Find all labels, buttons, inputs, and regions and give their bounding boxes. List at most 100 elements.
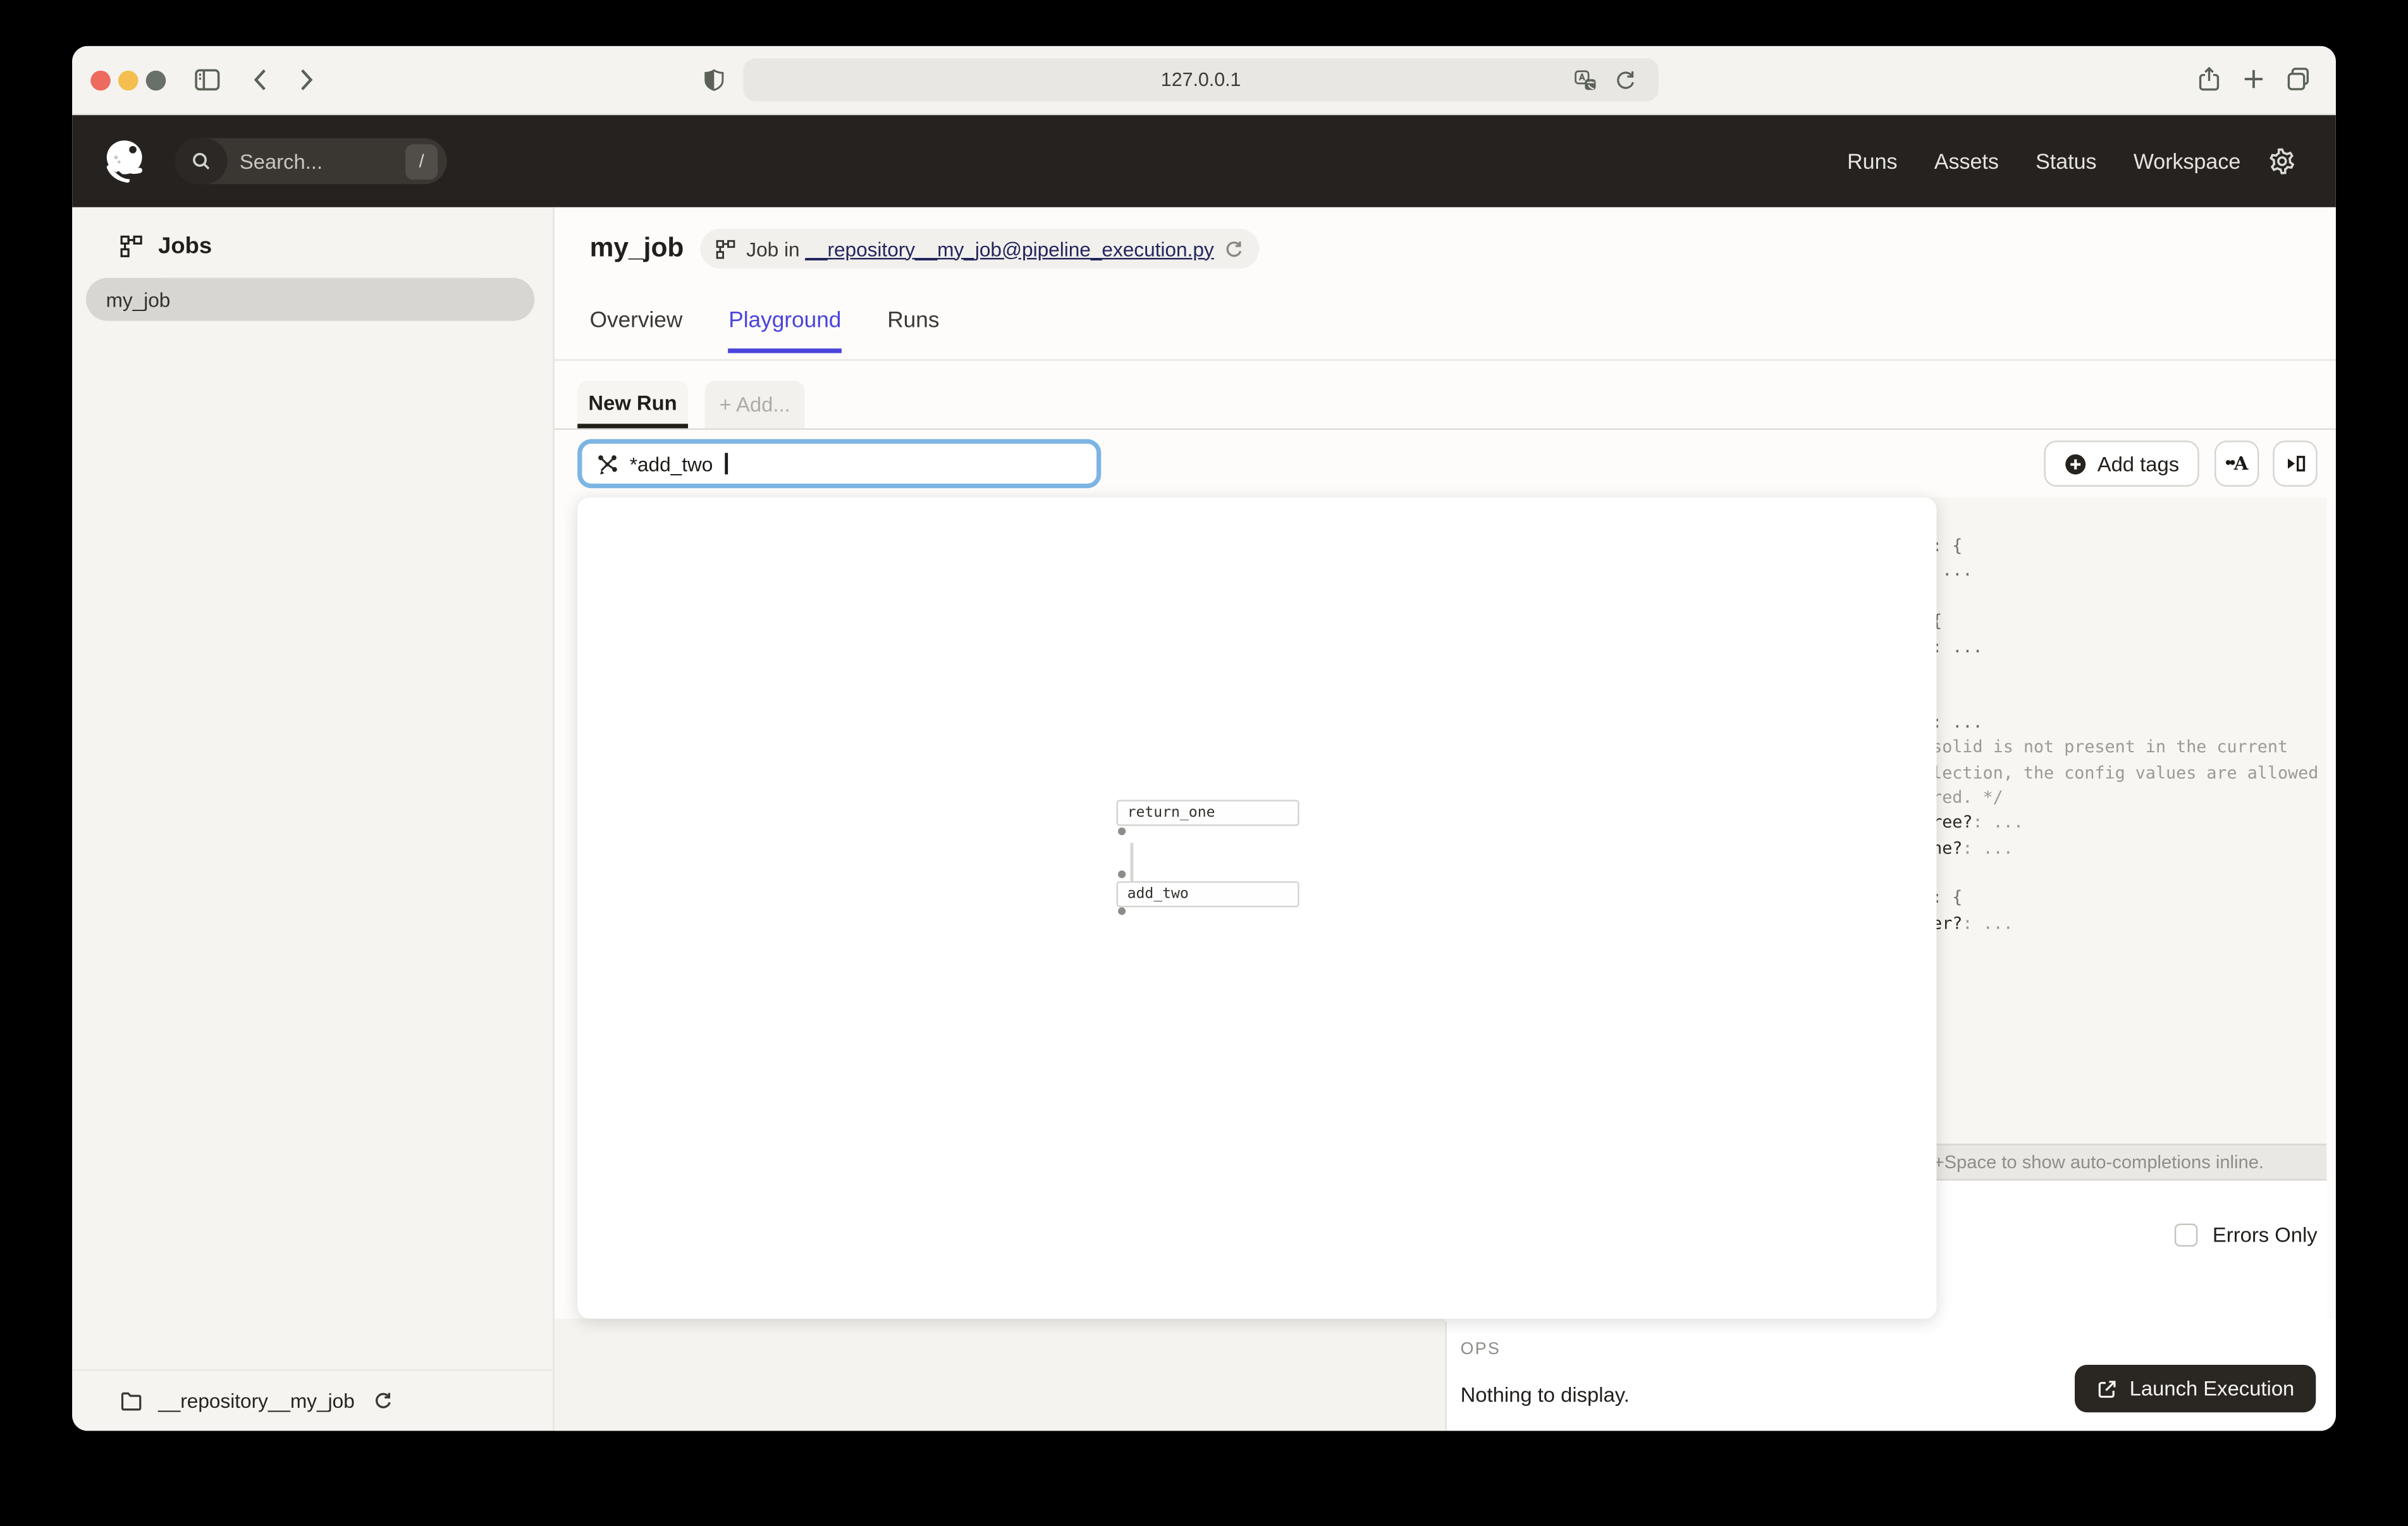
expand-panel-icon (2284, 453, 2306, 474)
url-text: 127.0.0.1 (1161, 69, 1241, 90)
privacy-shield-icon[interactable] (702, 68, 727, 92)
address-bar[interactable]: 127.0.0.1 (743, 58, 1658, 101)
config-editor-pane: : {... {: ... : ...solid is not present … (1906, 497, 2326, 1319)
ops-panel-title: OPS (1461, 1340, 1501, 1358)
op-selector-input[interactable]: *add_two (577, 439, 1101, 489)
editor-line: ne?: ... (1906, 836, 2326, 862)
browser-chrome: 127.0.0.1 (72, 46, 2336, 115)
autocomplete-hint-bar: +Space to show auto-completions inline. (1906, 1144, 2326, 1180)
editor-line (1906, 660, 2326, 685)
repo-file-link[interactable]: __repository__my_job@pipeline_execution.… (805, 237, 1213, 260)
close-button[interactable] (90, 71, 111, 91)
hint-text: +Space to show auto-completions inline. (1906, 1151, 2264, 1173)
add-tags-label: Add tags (2098, 452, 2179, 475)
autocomplete-icon: •• (2225, 455, 2234, 473)
launch-execution-label: Launch Execution (2130, 1377, 2295, 1400)
editor-line: ... (1906, 559, 2326, 585)
graph-edge (1130, 843, 1133, 881)
new-tab-icon[interactable] (2240, 66, 2266, 92)
graph-node-return-one[interactable]: return_one (1117, 800, 1299, 826)
graph-node-add-two[interactable]: add_two (1117, 881, 1299, 907)
page-title: my_job (590, 232, 684, 264)
job-icon (716, 239, 736, 259)
tab-overview-icon[interactable] (2285, 66, 2311, 92)
nav-item-runs[interactable]: Runs (1847, 149, 1897, 174)
editor-line (1906, 685, 2326, 711)
session-tab-add[interactable]: + Add... (705, 381, 805, 428)
external-link-icon (2096, 1378, 2117, 1400)
input-port-dot (1118, 870, 1126, 878)
translate-icon[interactable] (1574, 69, 1597, 92)
sidebar-header: Jobs (120, 233, 212, 259)
editor-line: { (1906, 610, 2326, 635)
bottom-panel: OPS Nothing to display. Launch Execution (555, 1319, 2336, 1431)
editor-line: solid is not present in the current (1906, 736, 2326, 761)
editor-line: ree?: ... (1906, 811, 2326, 836)
sidebar-title: Jobs (158, 233, 212, 259)
editor-line (1906, 585, 2326, 610)
errors-only-checkbox[interactable] (2174, 1224, 2197, 1247)
job-tabs: Overview Playground Runs (590, 308, 940, 353)
search-icon (175, 138, 228, 185)
text-cursor (725, 453, 728, 474)
nav-item-status[interactable]: Status (2036, 149, 2096, 174)
config-editor[interactable]: : {... {: ... : ...solid is not present … (1906, 497, 2326, 1144)
sidebar-item-my_job[interactable]: my_job (86, 278, 534, 321)
op-selector-row: *add_two Add tags ••A (555, 429, 2336, 497)
output-port-dot (1118, 827, 1126, 835)
editor-line: : { (1906, 534, 2326, 559)
autocomplete-button[interactable]: ••A (2214, 441, 2259, 487)
dagster-logo-icon[interactable] (100, 137, 149, 186)
graph-canvas[interactable]: return_one add_two (577, 497, 1936, 1319)
search-input[interactable]: Search... / (175, 138, 447, 185)
badge-reload-icon[interactable] (1225, 239, 1245, 259)
bottom-left-area (555, 1319, 1446, 1431)
zoom-button[interactable] (146, 71, 166, 91)
editor-line: lection, the config values are allowed (1906, 760, 2326, 786)
launch-execution-button[interactable]: Launch Execution (2074, 1365, 2316, 1412)
plus-circle-icon (2063, 452, 2086, 475)
app-header: Search... / Runs Assets Status Workspace (72, 115, 2336, 207)
errors-only-toggle[interactable]: Errors Only (2174, 1224, 2318, 1247)
add-tags-button[interactable]: Add tags (2044, 441, 2199, 487)
back-button-icon[interactable] (247, 66, 275, 94)
repository-reload-icon[interactable] (373, 1391, 393, 1411)
editor-line: : ... (1906, 635, 2326, 660)
session-tabs-row: New Run + Add... (555, 359, 2336, 430)
repository-name: __repository__my_job (158, 1389, 355, 1412)
share-icon[interactable] (2196, 66, 2222, 92)
reload-icon[interactable] (1614, 69, 1637, 92)
op-selector-icon (596, 452, 618, 475)
folder-icon (120, 1389, 142, 1412)
search-placeholder: Search... (240, 150, 405, 173)
sidebar-toggle-icon[interactable] (194, 66, 221, 94)
tab-overview[interactable]: Overview (590, 308, 683, 353)
gear-icon[interactable] (2268, 147, 2296, 175)
forward-button-icon[interactable] (292, 66, 319, 94)
minimize-button[interactable] (118, 71, 138, 91)
tab-runs[interactable]: Runs (887, 308, 939, 353)
panel-divider[interactable] (1445, 1322, 1446, 1431)
nav-item-workspace[interactable]: Workspace (2134, 149, 2240, 174)
op-selector-value: *add_two (630, 452, 713, 475)
jobs-list: my_job (86, 278, 534, 321)
expand-panel-button[interactable] (2273, 441, 2317, 487)
tab-playground[interactable]: Playground (728, 308, 841, 353)
errors-only-label: Errors Only (2213, 1224, 2318, 1247)
header-nav: Runs Assets Status Workspace (1847, 115, 2240, 207)
editor-footer-area: Errors Only (1906, 1181, 2326, 1319)
job-origin-badge: Job in __repository__my_job@pipeline_exe… (700, 229, 1260, 269)
screen: 127.0.0.1 (0, 0, 2408, 1526)
search-shortcut-badge: / (405, 143, 438, 179)
jobs-icon (120, 235, 142, 258)
editor-line: : ... (1906, 711, 2326, 736)
editor-line: red. */ (1906, 786, 2326, 811)
repository-row[interactable]: __repository__my_job (72, 1369, 553, 1431)
nav-item-assets[interactable]: Assets (1934, 149, 1999, 174)
badge-text: Job in __repository__my_job@pipeline_exe… (746, 237, 1213, 260)
editor-line: er?: ... (1906, 912, 2326, 937)
editor-line: : { (1906, 886, 2326, 912)
session-tab-new-run[interactable]: New Run (577, 381, 688, 428)
sidebar: Jobs my_job __repository__my_job (72, 207, 555, 1431)
output-port-dot (1118, 907, 1126, 915)
